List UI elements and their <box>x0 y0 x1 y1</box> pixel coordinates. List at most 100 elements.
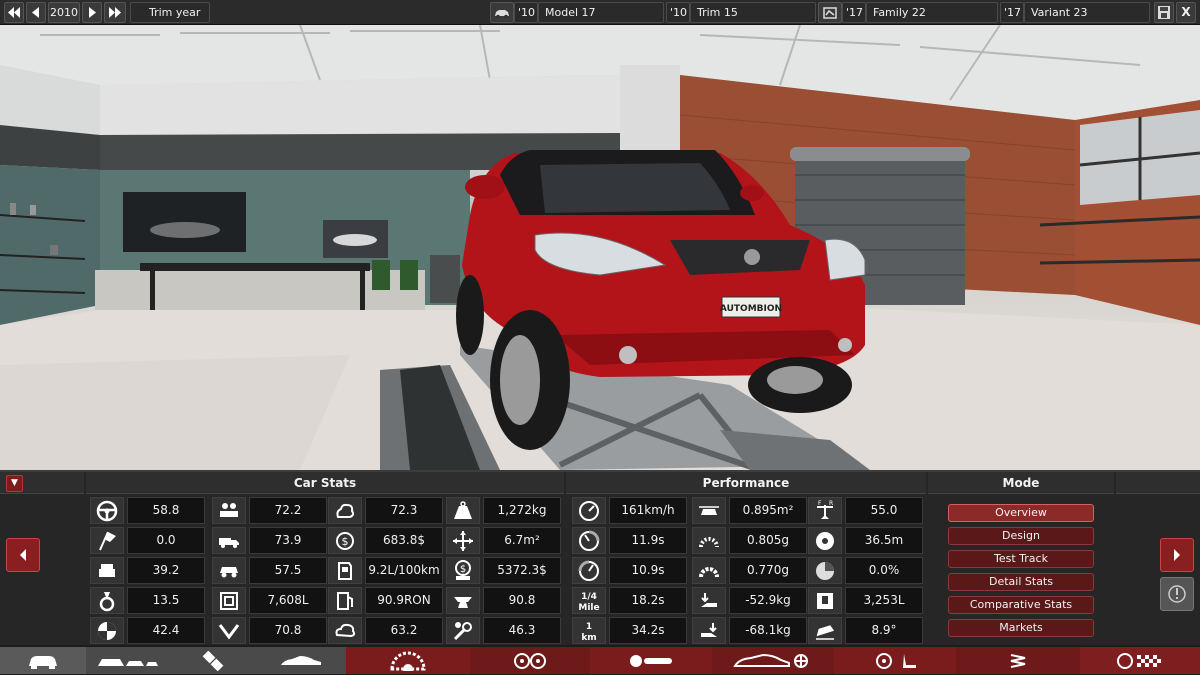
balance-icon: FR <box>817 500 833 519</box>
mode-button-markets[interactable]: Markets <box>948 619 1094 637</box>
tab-interior[interactable] <box>834 647 956 674</box>
family-name-field[interactable]: Family 22 <box>866 2 998 23</box>
perf-stat-value: -52.9kg <box>729 587 807 614</box>
car-stat-icon-box <box>90 557 124 584</box>
perf-stat-icon-box: 1 km <box>572 617 606 644</box>
svg-text:$: $ <box>342 535 349 548</box>
tab-body[interactable] <box>86 647 170 674</box>
car-stat-icon-box <box>90 617 124 644</box>
car-stat-icon-box <box>446 527 480 554</box>
tab-exhaust[interactable] <box>590 647 712 674</box>
engine-gear-icon <box>390 651 426 671</box>
next-year-button[interactable] <box>82 2 102 23</box>
car-stat-value: 90.8 <box>483 587 561 614</box>
perf-stat-value: 161km/h <box>609 497 687 524</box>
prev-year-button[interactable] <box>26 2 46 23</box>
race-flag-icon <box>99 531 116 550</box>
perf-stat-icon-box <box>572 527 606 554</box>
car-stat-value: 57.5 <box>249 557 327 584</box>
tab-aero[interactable] <box>712 647 834 674</box>
mode-button-comparative-stats[interactable]: Comparative Stats <box>948 596 1094 614</box>
steering-wheel-icon <box>96 500 118 521</box>
stats-panel: ▼ Car Stats Performance Mode 58.8 72.2 72.… <box>0 470 1200 645</box>
collapse-panel-button[interactable]: ▼ <box>6 475 23 492</box>
tab-wheels[interactable] <box>470 647 590 674</box>
svg-text:$: $ <box>460 564 466 575</box>
car-stat-value: 6.7m² <box>483 527 561 554</box>
dimensions-icon <box>453 530 473 551</box>
first-year-button[interactable] <box>4 2 24 23</box>
one-km-icon: 1km <box>581 622 596 643</box>
perf-stat-value: 55.0 <box>845 497 923 524</box>
right-arrow-icon <box>1174 549 1180 561</box>
perf-stat-value: 18.2s <box>609 587 687 614</box>
anvil-icon <box>454 596 472 608</box>
variant-year: '17 <box>1000 2 1024 23</box>
license-plate: AUTOMBION <box>720 304 782 314</box>
info-button[interactable] <box>1160 577 1194 611</box>
drag-area-icon <box>699 505 719 515</box>
car-stat-icon-box <box>446 617 480 644</box>
seat-comfort-icon <box>99 563 115 577</box>
svg-text:km: km <box>581 633 596 643</box>
perf-stat-icon-box <box>692 617 726 644</box>
mode-button-overview[interactable]: Overview <box>948 504 1094 522</box>
save-button[interactable] <box>1154 2 1174 23</box>
model-icon <box>490 2 514 23</box>
tab-engine[interactable] <box>346 647 470 674</box>
exhaust-icon <box>630 654 672 667</box>
car-stat-value: 1,272kg <box>483 497 561 524</box>
car-stat-value: 58.8 <box>127 497 205 524</box>
garage-scene: AUTOMBION <box>0 25 1200 470</box>
car-stat-value: 683.8$ <box>365 527 443 554</box>
perf-stat-icon-box <box>808 587 842 614</box>
money-bag-icon: $ <box>455 559 471 580</box>
car-stat-value: 72.2 <box>249 497 327 524</box>
year-field[interactable]: 2010 <box>48 2 80 23</box>
next-car-button[interactable] <box>1160 538 1194 572</box>
floppy-disk-icon <box>1158 6 1170 19</box>
car-stat-value: 0.0 <box>127 527 205 554</box>
tab-chassis[interactable] <box>170 647 256 674</box>
category-tab-strip <box>0 645 1200 675</box>
perf-stat-value: 10.9s <box>609 557 687 584</box>
top-bar: 2010 Trim year '10 Model 17 '10 Trim 15 … <box>0 0 1200 25</box>
close-button[interactable]: X <box>1176 2 1196 23</box>
car-stat-icon-box: $ <box>446 557 480 584</box>
accel-100-icon <box>579 530 600 551</box>
mode-button-test-track[interactable]: Test Track <box>948 550 1094 568</box>
perf-stat-value: 0.805g <box>729 527 807 554</box>
family-year: '17 <box>842 2 866 23</box>
exclamation-icon <box>1168 585 1186 603</box>
down-arrow-icon <box>218 623 240 639</box>
previous-car-button[interactable] <box>6 538 40 572</box>
car-stat-icon-box <box>328 497 362 524</box>
svg-text:F: F <box>818 500 822 507</box>
fuel-pump-icon <box>337 591 353 610</box>
tab-suspension[interactable] <box>956 647 1080 674</box>
car-stat-icon-box <box>90 587 124 614</box>
truck-icon <box>219 537 239 548</box>
speedometer-icon <box>579 500 599 521</box>
car-front-icon <box>29 655 57 669</box>
tab-design[interactable] <box>256 647 346 674</box>
tab-testing[interactable] <box>1080 647 1200 674</box>
variant-name-field[interactable]: Variant 23 <box>1024 2 1150 23</box>
aero-fan-icon <box>733 653 808 668</box>
svg-text:R: R <box>829 500 833 507</box>
trim-name-field[interactable]: Trim 15 <box>690 2 816 23</box>
last-year-button[interactable] <box>104 2 126 23</box>
tab-model[interactable] <box>0 647 86 674</box>
car-stat-value: 72.3 <box>365 497 443 524</box>
quarter-mile-icon: 1/4Mile <box>578 592 599 613</box>
weight-icon <box>454 500 472 519</box>
model-name-field[interactable]: Model 17 <box>538 2 664 23</box>
car-stat-icon-box: $ <box>328 527 362 554</box>
garage-render: AUTOMBION <box>0 25 1200 470</box>
cornering-icon <box>699 566 719 577</box>
mode-button-design[interactable]: Design <box>948 527 1094 545</box>
mode-button-detail-stats[interactable]: Detail Stats <box>948 573 1094 591</box>
finish-flag-icon <box>1117 652 1161 669</box>
car-stat-value: 39.2 <box>127 557 205 584</box>
perf-stat-icon-box <box>692 527 726 554</box>
